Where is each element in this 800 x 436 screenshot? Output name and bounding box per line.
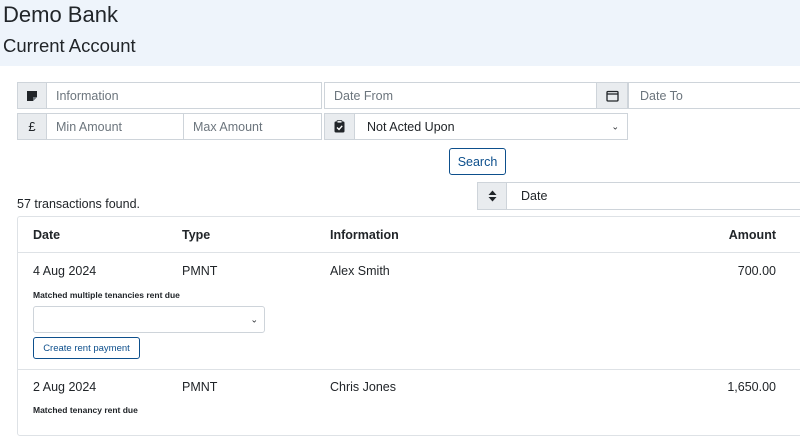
chevron-down-icon: ⌄ (611, 121, 619, 131)
status-select[interactable]: Not Acted Upon ⌄ (354, 113, 628, 140)
column-header-amount: Amount (728, 228, 776, 242)
calendar-icon[interactable] (596, 82, 628, 109)
row-date: 2 Aug 2024 (33, 380, 97, 394)
row-information: Chris Jones (330, 380, 396, 394)
row-type: PMNT (182, 380, 218, 394)
information-placeholder: Information (56, 88, 119, 103)
clipboard-check-icon (324, 113, 355, 140)
account-name: Current Account (3, 35, 136, 56)
row-amount: 700.00 (737, 264, 776, 278)
create-rent-payment-button[interactable]: Create rent payment (33, 337, 140, 359)
row-amount: 1,650.00 (727, 380, 776, 394)
date-from-input[interactable]: Date From (324, 82, 597, 109)
match-label: Matched tenancy rent due (33, 405, 138, 415)
bank-name: Demo Bank (3, 2, 118, 27)
column-header-date: Date (33, 228, 61, 242)
tenancy-select[interactable]: ⌄ (33, 306, 265, 333)
page-header: Demo Bank Current Account (0, 0, 800, 66)
search-button[interactable]: Search (449, 148, 506, 175)
date-from-placeholder: Date From (334, 88, 394, 103)
match-label: Matched multiple tenancies rent due (33, 290, 180, 300)
sort-selected: Date (521, 189, 548, 203)
max-amount-placeholder: Max Amount (193, 119, 263, 134)
column-header-information: Information (330, 228, 399, 242)
date-to-input[interactable]: Date To (628, 82, 800, 109)
row-information: Alex Smith (330, 264, 390, 278)
min-amount-input[interactable]: Min Amount (46, 113, 184, 140)
date-to-placeholder: Date To (640, 88, 683, 103)
information-input[interactable]: Information (46, 82, 322, 109)
row-date: 4 Aug 2024 (33, 264, 97, 278)
results-count: 57 transactions found. (17, 197, 140, 211)
column-header-type: Type (182, 228, 211, 242)
min-amount-placeholder: Min Amount (56, 119, 123, 134)
note-icon (17, 82, 47, 109)
row-type: PMNT (182, 264, 218, 278)
chevron-down-icon: ⌄ (250, 314, 258, 324)
status-selected: Not Acted Upon (367, 119, 455, 134)
sort-icon (477, 182, 507, 210)
row-divider (18, 369, 800, 370)
pound-icon: £ (17, 113, 47, 140)
max-amount-input[interactable]: Max Amount (183, 113, 322, 140)
currency-symbol: £ (28, 119, 36, 134)
header-divider (18, 252, 800, 253)
sort-select[interactable]: Date (506, 182, 800, 210)
